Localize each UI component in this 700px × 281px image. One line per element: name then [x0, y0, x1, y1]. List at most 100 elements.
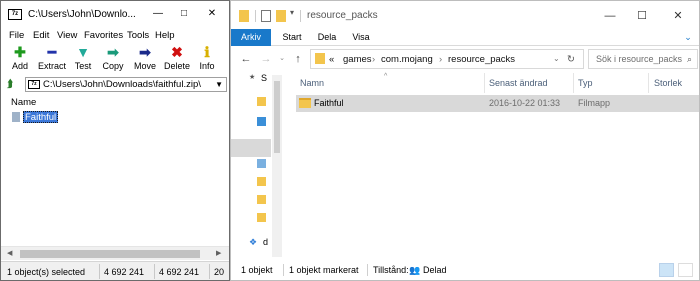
nav-item-quick-access[interactable]: S [261, 73, 267, 83]
status-packed-size: 4 692 241 [159, 267, 200, 277]
chevron-right-icon[interactable]: › [372, 54, 375, 65]
ribbon-tabs: Arkiv Start Dela Visa ⌄ [231, 29, 699, 46]
shared-users-icon: 👥 [409, 265, 421, 275]
folder-icon[interactable] [257, 97, 266, 106]
folder-icon [299, 98, 311, 108]
menu-favorites[interactable]: Favorites [84, 30, 123, 41]
search-input[interactable]: Sök i resource_packs ⌕ [588, 49, 698, 69]
chevron-right-icon[interactable]: › [439, 54, 442, 65]
column-header-size[interactable]: Storlek [654, 78, 682, 88]
back-arrow-icon[interactable]: ← [239, 51, 253, 67]
sort-arrow-icon: ^ [384, 73, 388, 80]
horizontal-scrollbar[interactable]: ◀ ▶ [1, 246, 229, 260]
search-icon: ⌕ [687, 54, 693, 64]
customize-qat-icon[interactable]: ▾ [290, 8, 294, 20]
status-divider [209, 264, 210, 279]
breadcrumb-resource-packs[interactable]: resource_packs [448, 54, 515, 65]
minimize-button[interactable]: — [147, 5, 169, 23]
column-divider[interactable] [484, 73, 485, 93]
add-button[interactable]: ✚ Add [5, 44, 35, 74]
up-arrow-icon[interactable]: ↑ [291, 51, 305, 67]
properties-icon[interactable] [261, 10, 271, 22]
menu-edit[interactable]: Edit [33, 30, 49, 41]
breadcrumb-overflow[interactable]: « [329, 54, 334, 65]
move-button[interactable]: ➡ Move [130, 44, 160, 74]
status-state-label: Tillstånd: [373, 265, 409, 275]
forward-arrow-icon[interactable]: → [259, 51, 273, 67]
navigation-bar: ← → ⌄ ↑ « games › com.mojang › resource_… [231, 47, 699, 71]
copy-button[interactable]: ➡ Copy [98, 44, 128, 74]
scroll-thumb[interactable] [20, 250, 200, 258]
status-divider [367, 264, 368, 276]
refresh-icon[interactable]: ↻ [567, 54, 575, 65]
column-header-modified[interactable]: Senast ändrad [489, 78, 548, 88]
large-icons-view-icon[interactable] [678, 263, 693, 277]
chevron-down-icon[interactable]: ⌄ [553, 54, 560, 63]
download-folder-icon[interactable] [257, 117, 266, 126]
maximize-button[interactable]: ☐ [627, 7, 657, 25]
column-header-name[interactable]: Name [11, 97, 36, 108]
folder-icon[interactable] [257, 177, 266, 186]
check-icon: ▼ [76, 44, 90, 60]
menu-tools[interactable]: Tools [127, 30, 149, 41]
column-divider[interactable] [648, 73, 649, 93]
row-modified: 2016-10-22 01:33 [489, 98, 561, 108]
close-button[interactable]: ✕ [663, 7, 693, 25]
chevron-down-icon[interactable]: ▼ [215, 78, 223, 91]
new-folder-icon[interactable] [276, 10, 286, 22]
divider [255, 10, 256, 22]
copy-arrow-icon: ➡ [107, 44, 119, 60]
close-button[interactable]: ✕ [201, 5, 223, 23]
scroll-left-icon[interactable]: ◀ [7, 249, 12, 257]
toolbar: ✚ Add ━ Extract ▼ Test ➡ Copy ➡ Move ✖ D… [1, 44, 229, 74]
menu-file[interactable]: File [9, 30, 24, 41]
path-combobox[interactable]: 7z C:\Users\John\Downloads\faithful.zip\… [25, 77, 227, 92]
info-icon: ℹ [204, 44, 210, 60]
explorer-window: ▾ resource_packs — ☐ ✕ Arkiv Start Dela … [230, 0, 700, 281]
menu-view[interactable]: View [57, 30, 77, 41]
tab-visa[interactable]: Visa [347, 29, 375, 46]
minimize-button[interactable]: — [595, 7, 625, 25]
7zip-logo-icon: 7z [8, 9, 22, 20]
scroll-right-icon[interactable]: ▶ [216, 249, 221, 257]
delete-label: Delete [163, 61, 190, 71]
column-header-name[interactable]: Namn [300, 78, 324, 88]
minus-icon: ━ [47, 44, 57, 60]
delete-button[interactable]: ✖ Delete [162, 44, 192, 74]
test-button[interactable]: ▼ Test [68, 44, 98, 74]
recent-locations-icon[interactable]: ⌄ [275, 51, 289, 67]
folder-icon [315, 53, 325, 64]
nav-pane-scrollbar[interactable] [272, 75, 282, 257]
quick-access-star-icon[interactable]: ★ [249, 73, 258, 82]
scroll-thumb[interactable] [274, 81, 280, 153]
column-divider[interactable] [573, 73, 574, 93]
tab-start[interactable]: Start [277, 29, 307, 46]
tab-arkiv[interactable]: Arkiv [231, 29, 271, 46]
folder-icon[interactable] [257, 159, 266, 168]
folder-icon[interactable] [257, 195, 266, 204]
row-name: Faithful [314, 98, 344, 108]
folder-icon[interactable] [257, 213, 266, 222]
maximize-button[interactable]: □ [173, 5, 195, 23]
up-folder-icon[interactable]: ⮭ [7, 78, 19, 91]
nav-item-selected[interactable] [231, 139, 271, 157]
table-row[interactable]: Faithful 2016-10-22 01:33 Filmapp [296, 95, 699, 112]
extract-label: Extract [37, 61, 66, 71]
details-view-icon[interactable] [659, 263, 674, 277]
breadcrumb-games[interactable]: games [343, 54, 372, 65]
breadcrumb-com-mojang[interactable]: com.mojang [381, 54, 433, 65]
status-selection: 1 object(s) selected [7, 267, 86, 277]
tab-dela[interactable]: Dela [313, 29, 341, 46]
dropbox-icon[interactable]: ❖ [249, 237, 258, 247]
menu-help[interactable]: Help [155, 30, 175, 41]
window-title: resource_packs [307, 10, 378, 21]
status-divider [283, 264, 284, 276]
column-header-type[interactable]: Typ [578, 78, 593, 88]
address-bar[interactable]: « games › com.mojang › resource_packs ⌄ … [310, 49, 584, 69]
status-selected: 1 objekt markerat [289, 265, 359, 275]
extract-button[interactable]: ━ Extract [37, 44, 67, 74]
chevron-down-icon[interactable]: ⌄ [681, 29, 695, 46]
plus-icon: ✚ [14, 44, 26, 60]
nav-item-dropbox[interactable]: d [263, 237, 268, 247]
info-button[interactable]: ℹ Info [192, 44, 222, 74]
